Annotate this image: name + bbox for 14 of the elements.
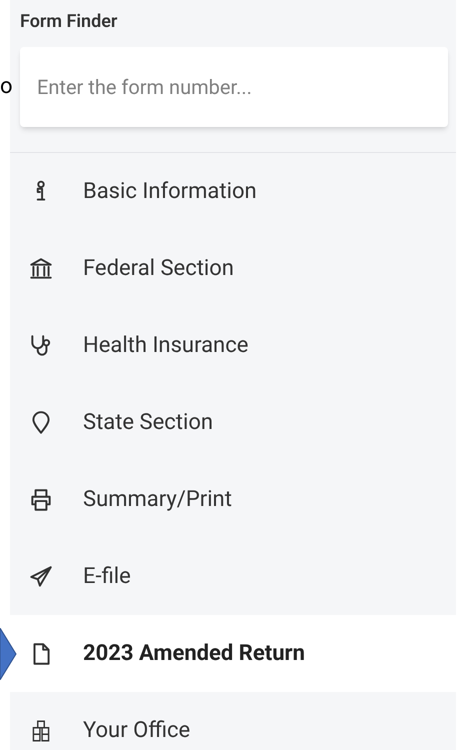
menu-item[interactable]: E-file [10, 538, 456, 615]
menu-item[interactable]: Basic Information [10, 153, 456, 230]
menu-item[interactable]: Your Office [10, 692, 456, 750]
menu-item[interactable]: 2023 Amended Return [10, 615, 456, 692]
cut-off-text: o [0, 76, 13, 98]
panel-title: Form Finder [20, 10, 118, 34]
search-field[interactable]: Enter the form number... [20, 47, 448, 127]
menu-item[interactable]: State Section [10, 384, 456, 461]
menu-item[interactable]: Federal Section [10, 230, 456, 307]
menu-item[interactable]: Health Insurance [10, 307, 456, 384]
paper-plane-icon [28, 564, 54, 590]
menu-item[interactable]: Summary/Print [10, 461, 456, 538]
bank-icon [28, 256, 54, 282]
pointer-arrow-icon [0, 628, 17, 680]
